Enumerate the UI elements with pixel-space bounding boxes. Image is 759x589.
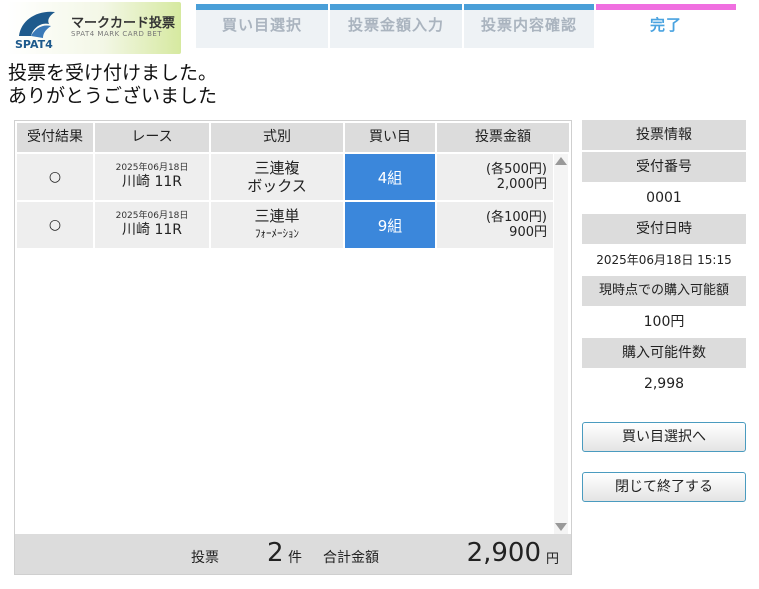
scroll-down-arrow-icon[interactable] [555,523,567,531]
amount-cell: (各500円) 2,000円 [437,154,553,200]
table-row: ○ 2025年06月18日 川崎 11R 三連複 ボックス 4組 (各500円)… [17,154,553,200]
step-label: 完了 [649,16,682,34]
race-name: 川崎 11R [122,174,182,190]
header: SPAT4 マークカード投票 SPAT4 MARK CARD BET 買い目選択… [0,0,759,58]
message-line-1: 投票を受け付けました。 [8,62,218,84]
race-cell: 2025年06月18日 川崎 11R [95,202,211,248]
header-race: レース [95,123,211,152]
step-confirm: 投票内容確認 [464,2,594,48]
table-footer: 投票 2 件 合計金額 2,900 円 [15,534,571,574]
bet-method: ボックス [247,177,307,195]
header-combinations: 買い目 [345,123,437,152]
total-amount: 2,900 [466,538,541,568]
receipt-datetime-label: 受付日時 [582,214,746,244]
horse-logo-icon: SPAT4 [15,11,55,51]
bet-type: 三連単 [254,207,300,225]
spat4-logo: SPAT4 マークカード投票 SPAT4 MARK CARD BET [7,2,181,54]
purchasable-amount-label: 現時点での購入可能額 [582,276,746,306]
result-cell: ○ [17,154,95,200]
message-line-2: ありがとうございました [8,85,218,107]
bet-method: ﾌｫｰﾒｰｼｮﾝ [255,227,299,240]
vote-info-panel: 投票情報 受付番号 0001 受付日時 2025年06月18日 15:15 現時… [582,120,746,400]
step-label: 投票金額入力 [347,16,444,34]
amount-total: 900円 [509,225,547,240]
combinations-cell[interactable]: 9組 [345,202,437,248]
accepted-mark: ○ [48,217,62,233]
result-cell: ○ [17,202,95,248]
scroll-up-arrow-icon[interactable] [555,157,567,165]
purchasable-amount: 100円 [643,314,685,330]
logo-subtitle: SPAT4 MARK CARD BET [71,30,163,38]
total-amount-label: 合計金額 [323,550,379,566]
race-cell: 2025年06月18日 川崎 11R [95,154,211,200]
panel-title: 投票情報 [582,120,746,150]
header-bet-type: 式別 [211,123,345,152]
total-amount-unit: 円 [545,552,559,567]
amount-each: (各100円) [486,210,547,225]
table-row: ○ 2025年06月18日 川崎 11R 三連単 ﾌｫｰﾒｰｼｮﾝ 9組 (各1… [17,202,553,248]
table-header: 受付結果 レース 式別 買い目 投票金額 [17,123,569,152]
table-scrollbar[interactable] [554,154,568,534]
back-to-bet-selection-button[interactable]: 買い目選択へ [582,422,746,452]
step-enter-amount: 投票金額入力 [330,2,462,48]
receipt-number-label: 受付番号 [582,152,746,182]
header-result: 受付結果 [17,123,95,152]
race-name: 川崎 11R [122,222,182,238]
logo-title: マークカード投票 [71,16,176,31]
amount-cell: (各100円) 900円 [437,202,553,248]
purchasable-count: 2,998 [643,376,685,392]
header-amount: 投票金額 [437,123,569,152]
step-indicator: 買い目選択 投票金額入力 投票内容確認 完了 [196,2,746,48]
step-label: 買い目選択 [221,16,302,34]
vote-count-unit: 件 [288,550,302,566]
accepted-mark: ○ [48,169,62,185]
logo-mark-text: SPAT4 [15,38,53,51]
race-date: 2025年06月18日 [115,163,189,173]
amount-total: 2,000円 [496,177,547,192]
amount-each: (各500円) [486,162,547,177]
purchasable-count-label: 購入可能件数 [582,338,746,368]
combinations-cell[interactable]: 4組 [345,154,437,200]
step-complete: 完了 [596,2,736,48]
vote-count-label: 投票 [191,550,219,566]
bet-type-cell: 三連単 ﾌｫｰﾒｰｼｮﾝ [211,202,345,248]
race-date: 2025年06月18日 [115,211,189,221]
vote-count: 2 [267,538,284,568]
table-body: ○ 2025年06月18日 川崎 11R 三連複 ボックス 4組 (各500円)… [17,154,553,250]
close-and-exit-button[interactable]: 閉じて終了する [582,472,746,502]
step-select-bets: 買い目選択 [196,2,328,48]
bet-type-cell: 三連複 ボックス [211,154,345,200]
receipt-number: 0001 [646,190,682,206]
bet-result-table: 受付結果 レース 式別 買い目 投票金額 ○ 2025年06月18日 川崎 11… [14,120,572,575]
bet-type: 三連複 [254,159,300,177]
step-label: 投票内容確認 [480,16,577,34]
receipt-datetime: 2025年06月18日 15:15 [596,253,732,267]
completion-message: 投票を受け付けました。 ありがとうございました [8,62,217,108]
